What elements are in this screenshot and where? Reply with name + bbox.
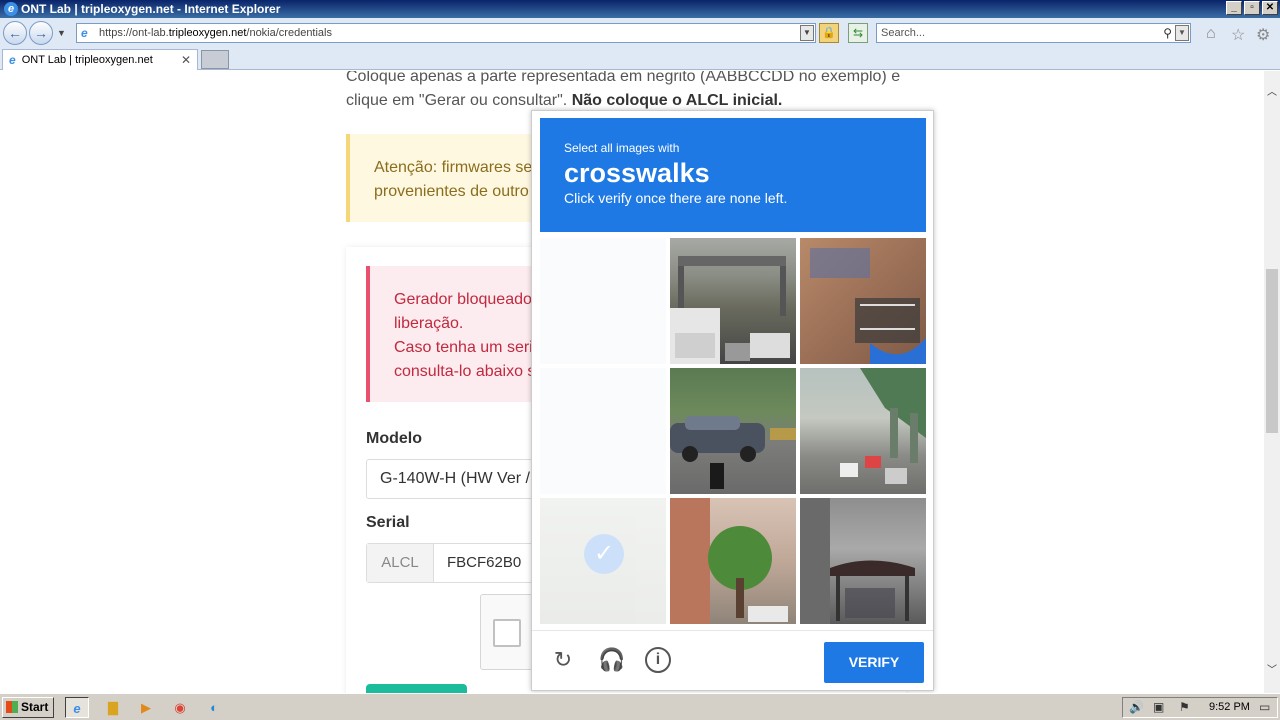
url-prefix: https://ont-lab. [99, 27, 169, 39]
search-dropdown-icon[interactable]: ▼ [1175, 25, 1189, 41]
scroll-thumb[interactable] [1266, 269, 1278, 433]
url-path: /nokia/credentials [246, 27, 332, 39]
watermark-text: ANY RUN [1038, 684, 1263, 693]
scroll-down-icon[interactable]: ﹀ [1264, 663, 1280, 679]
address-dropdown-icon[interactable]: ▼ [800, 25, 814, 41]
internet-explorer-icon[interactable]: e [65, 697, 89, 718]
minimize-button[interactable]: _ [1226, 1, 1242, 15]
captcha-target-word: crosswalks [564, 158, 710, 188]
info-icon[interactable]: i [645, 647, 671, 673]
network-icon[interactable]: ▣ [1153, 700, 1164, 714]
captcha-prompt-sub: Click verify once there are none left. [564, 190, 788, 206]
captcha-tile-5[interactable] [670, 368, 796, 494]
car-motorcycle-image [670, 416, 796, 489]
search-placeholder: Search... [881, 27, 926, 39]
vertical-scrollbar[interactable]: ︿ ﹀ [1264, 71, 1280, 693]
search-icon[interactable]: ⚲ [1163, 24, 1172, 42]
compatibility-refresh-button[interactable]: ⇆ [848, 23, 868, 43]
submit-button[interactable] [366, 684, 467, 693]
captcha-tile-8[interactable] [670, 498, 796, 624]
captcha-tile-9[interactable] [800, 498, 926, 624]
tab-title: ONT Lab | tripleoxygen.net [21, 54, 153, 66]
captcha-challenge: Select all images with crosswalks Click … [531, 110, 934, 691]
system-tray: 🔊 ▣ ⚑ 9:52 PM ▭ [1122, 697, 1278, 718]
selected-check-icon: ✓ [584, 534, 624, 574]
captcha-tile-4[interactable] [540, 368, 666, 494]
tab-close-icon[interactable]: ✕ [181, 53, 191, 67]
tab-ont-lab[interactable]: e ONT Lab | tripleoxygen.net ✕ [2, 49, 198, 70]
refresh-icon[interactable]: ↻ [550, 647, 576, 673]
intro-line-2-bold: Não coloque o ALCL inicial. [571, 92, 783, 109]
new-tab-button[interactable] [201, 50, 229, 69]
favorites-star-icon[interactable]: ☆ [1231, 25, 1245, 45]
bus-shelter-image [800, 498, 915, 624]
taskbar: Start e ▇ ▶ ◉ ◐ 🔊 ▣ ⚑ 9:52 PM ▭ [0, 693, 1280, 720]
restore-button[interactable]: ▫ [1244, 1, 1260, 15]
captcha-footer: ↻ 🎧 i VERIFY [532, 630, 933, 690]
edge-icon[interactable]: ◐ [202, 697, 226, 718]
window-titlebar: e ONT Lab | tripleoxygen.net - Internet … [0, 0, 1280, 18]
address-bar[interactable]: e https://ont-lab. tripleoxygen.net/nokia… [76, 23, 816, 43]
tree-building-image [670, 498, 788, 624]
elevated-highway-image [840, 368, 926, 484]
serial-input[interactable]: FBCF62B0 [447, 544, 521, 582]
address-toolbar: ← → ▼ e https://ont-lab. tripleoxygen.net… [0, 18, 1280, 48]
captcha-tile-2[interactable] [670, 238, 796, 364]
chrome-icon[interactable]: ◉ [168, 697, 192, 718]
captcha-prompt-pre: Select all images with [564, 141, 680, 155]
serial-label: Serial [366, 514, 410, 531]
captcha-tile-6[interactable] [800, 368, 926, 494]
action-center-flag-icon[interactable]: ⚑ [1179, 700, 1190, 714]
intro-line-1: Coloque apenas a parte representada em n… [346, 71, 901, 85]
captcha-prompt-header: Select all images with crosswalks Click … [540, 118, 926, 232]
start-button[interactable]: Start [2, 697, 54, 718]
captcha-tile-1[interactable] [540, 238, 666, 364]
media-player-icon[interactable]: ▶ [134, 697, 158, 718]
start-label: Start [21, 700, 49, 714]
search-input[interactable]: Search... ⚲ ▼ [876, 23, 1191, 43]
building-balcony-image [810, 248, 926, 364]
intro-line-2-text: clique em "Gerar ou consultar". [346, 92, 572, 109]
ie-logo-icon: e [4, 2, 18, 16]
home-icon[interactable]: ⌂ [1206, 25, 1216, 43]
window-title: ONT Lab | tripleoxygen.net - Internet Ex… [21, 2, 281, 16]
file-explorer-icon[interactable]: ▇ [101, 697, 125, 718]
tab-strip: e ONT Lab | tripleoxygen.net ✕ [0, 48, 1280, 70]
close-button[interactable]: ✕ [1262, 1, 1278, 15]
windows-flag-icon [6, 701, 18, 713]
back-button[interactable]: ← [3, 21, 27, 45]
show-desktop-icon[interactable]: ▭ [1259, 700, 1270, 714]
volume-icon[interactable]: 🔊 [1129, 700, 1144, 714]
audio-icon[interactable]: 🎧 [598, 647, 625, 673]
url-host: tripleoxygen.net [168, 27, 247, 39]
forward-button[interactable]: → [29, 21, 53, 45]
clock[interactable]: 9:52 PM [1209, 701, 1250, 713]
scroll-up-icon[interactable]: ︿ [1264, 85, 1280, 101]
settings-gear-icon[interactable]: ⚙ [1256, 25, 1270, 45]
serial-prefix: ALCL [367, 544, 434, 582]
page-icon: e [81, 26, 88, 40]
tab-favicon-icon: e [9, 53, 16, 67]
captcha-checkbox[interactable] [493, 619, 521, 647]
lock-icon[interactable]: 🔒 [819, 23, 839, 43]
verify-button[interactable]: VERIFY [824, 642, 924, 683]
highway-gantry-image [670, 256, 790, 364]
model-label: Modelo [366, 430, 422, 447]
history-dropdown-icon[interactable]: ▼ [57, 28, 66, 38]
captcha-tile-7[interactable]: ✓ [540, 498, 666, 624]
captcha-tile-3[interactable] [800, 238, 926, 364]
